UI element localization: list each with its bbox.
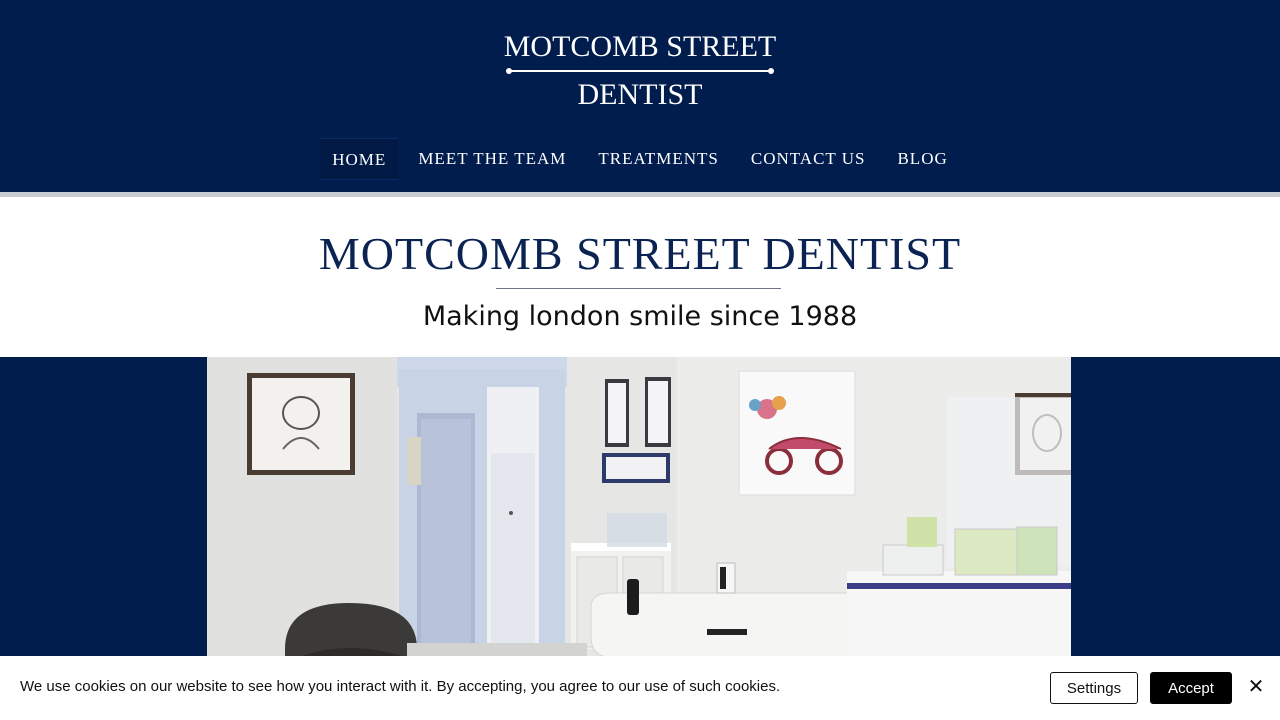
nav-item-contact-us[interactable]: CONTACT US	[739, 138, 878, 180]
nav-item-home[interactable]: HOME	[320, 138, 399, 180]
logo-line-top: MOTCOMB STREET	[503, 30, 777, 63]
site-header: MOTCOMB STREET DENTIST HOME MEET THE TEA…	[0, 0, 1280, 192]
nav-item-treatments[interactable]: TREATMENTS	[586, 138, 731, 180]
close-icon[interactable]: ✕	[1244, 674, 1268, 698]
main-nav: HOME MEET THE TEAM TREATMENTS CONTACT US…	[0, 138, 1280, 180]
page-subtitle: Making london smile since 1988	[422, 301, 858, 332]
logo-divider	[506, 68, 774, 74]
nav-item-meet-the-team[interactable]: MEET THE TEAM	[406, 138, 578, 180]
page-title: MOTCOMB STREET DENTIST	[318, 228, 962, 279]
logo-line-bottom: DENTIST	[577, 78, 703, 111]
cookie-message: We use cookies on our website to see how…	[20, 678, 781, 695]
nav-item-blog[interactable]: BLOG	[885, 138, 959, 180]
title-divider	[496, 288, 781, 289]
cookie-accept-button[interactable]: Accept	[1150, 672, 1232, 704]
site-logo[interactable]: MOTCOMB STREET DENTIST	[500, 28, 780, 112]
cookie-settings-button[interactable]: Settings	[1050, 672, 1138, 704]
cookie-banner: We use cookies on our website to see how…	[0, 656, 1280, 720]
hero-section: MOTCOMB STREET DENTIST Making london smi…	[0, 197, 1280, 357]
